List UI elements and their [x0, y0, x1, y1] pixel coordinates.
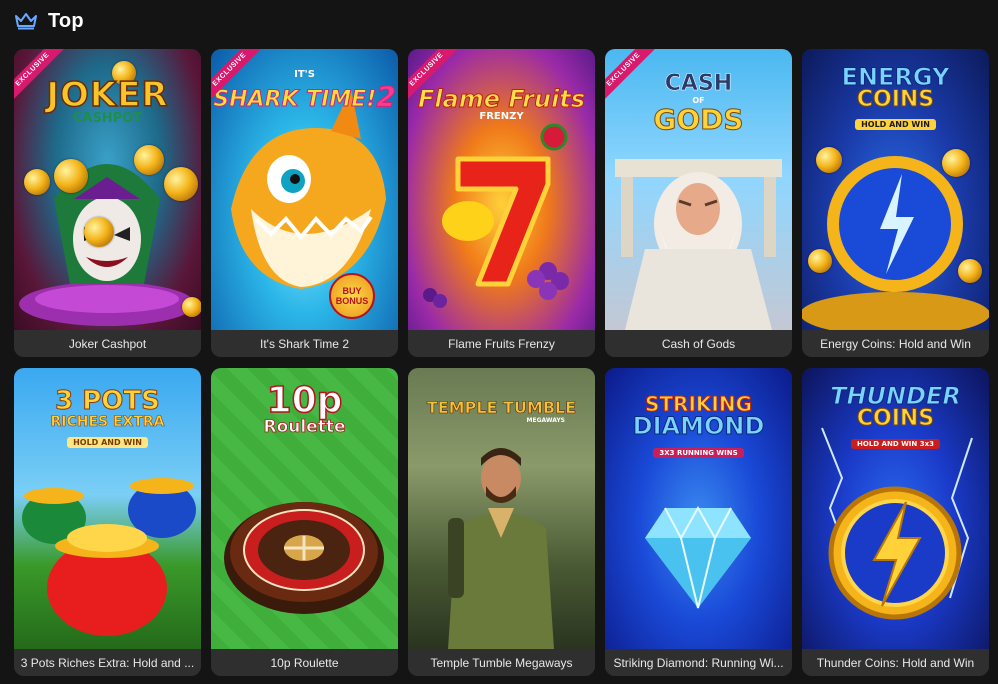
game-logo: CASH OF GODS [653, 71, 744, 137]
section-header: Top [14, 8, 84, 34]
game-thumbnail[interactable]: EXCLUSIVE IT'S SHARK TIME!2 BUY BONUS [211, 49, 398, 330]
game-card-shark-time-2[interactable]: EXCLUSIVE IT'S SHARK TIME!2 BUY BONUS It… [211, 49, 398, 357]
coin-icon [958, 259, 982, 283]
game-logo: ENERGY COINS HOLD AND WIN [841, 63, 950, 130]
game-thumbnail[interactable]: ENERGY COINS HOLD AND WIN [802, 49, 989, 330]
game-thumbnail[interactable]: 3 POTS RICHES EXTRA HOLD AND WIN [14, 368, 201, 649]
coin-icon [84, 217, 114, 247]
section-title: Top [48, 9, 84, 32]
game-logo: Flame Fruits FRENZY [417, 85, 586, 123]
crown-icon [14, 12, 38, 30]
game-card-flame-fruits-frenzy[interactable]: EXCLUSIVE Flame Fruits FRENZY Flame Frui… [408, 49, 595, 357]
coin-icon [816, 147, 842, 173]
coin-icon [164, 167, 198, 201]
game-card-cash-of-gods[interactable]: EXCLUSIVE CASH OF GODS Cash of Gods [605, 49, 792, 357]
game-logo: STRIKING DIAMOND 3X3 RUNNING WINS [632, 392, 765, 458]
game-logo: IT'S SHARK TIME!2 [213, 69, 397, 114]
game-title[interactable]: Thunder Coins: Hold and Win [802, 649, 989, 676]
coin-icon [54, 159, 88, 193]
game-logo: 10p Roulette [263, 379, 346, 437]
game-card-striking-diamond[interactable]: STRIKING DIAMOND 3X3 RUNNING WINS Striki… [605, 368, 792, 676]
coin-icon [24, 169, 50, 195]
game-thumbnail[interactable]: 10p Roulette [211, 368, 398, 649]
game-card-10p-roulette[interactable]: 10p Roulette 10p Roulette [211, 368, 398, 676]
games-grid: EXCLUSIVE JOKER CASHPOT Joker Cashpot EX… [14, 49, 989, 676]
game-logo: JOKER CASHPOT [46, 74, 169, 126]
game-title[interactable]: Energy Coins: Hold and Win [802, 330, 989, 357]
coin-icon [808, 249, 832, 273]
game-title[interactable]: Flame Fruits Frenzy [408, 330, 595, 357]
game-card-joker-cashpot[interactable]: EXCLUSIVE JOKER CASHPOT Joker Cashpot [14, 49, 201, 357]
coin-icon [942, 149, 970, 177]
game-thumbnail[interactable]: EXCLUSIVE Flame Fruits FRENZY [408, 49, 595, 330]
game-logo: TEMPLE TUMBLE MEGAWAYS [426, 398, 577, 424]
game-thumbnail[interactable]: STRIKING DIAMOND 3X3 RUNNING WINS [605, 368, 792, 649]
game-card-thunder-coins[interactable]: THUNDER COINS HOLD AND WIN 3x3 Thunder C… [802, 368, 989, 676]
game-card-energy-coins[interactable]: ENERGY COINS HOLD AND WIN Energy Coins: … [802, 49, 989, 357]
game-title[interactable]: Striking Diamond: Running Wi... [605, 649, 792, 676]
game-title[interactable]: Cash of Gods [605, 330, 792, 357]
game-thumbnail[interactable]: EXCLUSIVE JOKER CASHPOT [14, 49, 201, 330]
game-logo: 3 POTS RICHES EXTRA HOLD AND WIN [50, 386, 165, 448]
game-title[interactable]: 10p Roulette [211, 649, 398, 676]
game-title[interactable]: Joker Cashpot [14, 330, 201, 357]
coin-icon [182, 297, 201, 317]
game-logo: THUNDER COINS HOLD AND WIN 3x3 [830, 382, 961, 449]
game-thumbnail[interactable]: EXCLUSIVE CASH OF GODS [605, 49, 792, 330]
coin-icon [134, 145, 164, 175]
game-card-temple-tumble-megaways[interactable]: TEMPLE TUMBLE MEGAWAYS Temple Tumble Meg… [408, 368, 595, 676]
game-thumbnail[interactable]: TEMPLE TUMBLE MEGAWAYS [408, 368, 595, 649]
game-title[interactable]: It's Shark Time 2 [211, 330, 398, 357]
game-title[interactable]: 3 Pots Riches Extra: Hold and ... [14, 649, 201, 676]
game-title[interactable]: Temple Tumble Megaways [408, 649, 595, 676]
buy-bonus-badge: BUY BONUS [329, 273, 375, 319]
game-card-3-pots-riches-extra[interactable]: 3 POTS RICHES EXTRA HOLD AND WIN 3 Pots … [14, 368, 201, 676]
game-thumbnail[interactable]: THUNDER COINS HOLD AND WIN 3x3 [802, 368, 989, 649]
